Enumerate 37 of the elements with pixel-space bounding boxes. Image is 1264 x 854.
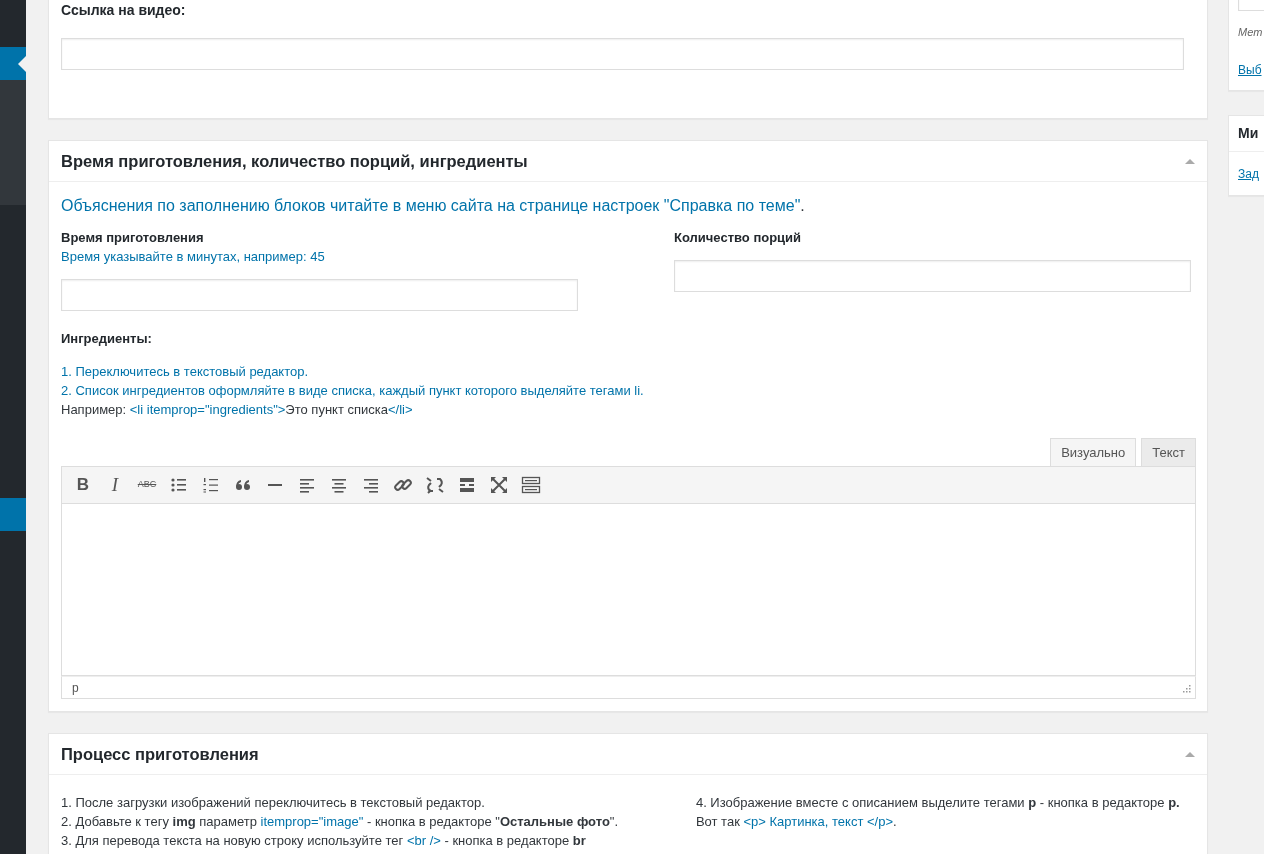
horizontal-line-icon [268, 484, 282, 486]
instruction-line: 1. После загрузки изображений переключитесь в текстовый редактор. [61, 794, 486, 812]
select-link[interactable]: Выб [1238, 61, 1262, 79]
sidebar-menu-item[interactable] [0, 47, 26, 80]
instruction-line: Вот так <p> Картинка, текст </p>. [695, 813, 898, 831]
read-more-icon [457, 475, 477, 495]
help-note: Объяснения по заполнению блоков читайте в меню сайта на странице настроек "Справка по теме". [61, 196, 806, 215]
strikethrough-button[interactable]: ABC [132, 470, 162, 500]
instruction-line: 3. Для перевода текста на новую строку используйте тег <br /> - кнопка в редакторе br [61, 832, 587, 850]
bold-button[interactable]: B [68, 470, 98, 500]
field-label: Ингредиенты: [61, 331, 153, 347]
instruction-line: Например: <li itemprop="ingredients">Это пункт списка</li> [61, 401, 414, 419]
box-title: Ми [1238, 124, 1259, 143]
field-hint: Время указывайте в минутах, например: 45 [61, 249, 326, 265]
unlink-icon [425, 475, 445, 495]
italic-button[interactable]: I [100, 470, 130, 500]
box-title: Время приготовления, количество порций, ингредиенты [61, 150, 528, 172]
fullscreen-icon [489, 475, 509, 495]
keyboard-icon [521, 475, 541, 495]
instruction-line: 2. Список ингредиентов оформляйте в виде списка, каждый пункт которого выделяйте тегами li. [61, 382, 645, 400]
element-path: p [72, 679, 79, 697]
set-link[interactable]: Зад [1238, 165, 1259, 183]
field-label: Количество порций [674, 230, 803, 246]
numbered-list-icon [201, 475, 221, 495]
field-label: Время приготовления [61, 230, 205, 246]
box-title: Процесс приготовления [61, 743, 259, 765]
instruction-line: 4. Изображение вместе с описанием выделите тегами p - кнопка в редакторе p. [695, 794, 1181, 812]
editor-tab[interactable]: Текст [1141, 438, 1196, 466]
servings-field[interactable] [674, 260, 1191, 292]
instruction-line: 1. Переключитесь в текстовый редактор. [61, 363, 310, 381]
resize-handle-icon[interactable] [1182, 683, 1191, 693]
field-label: Ссылка на видео: [61, 1, 187, 20]
instruction-line: 2. Добавьте к тегу img параметр itemprop="image" - кнопка в редакторе "Остальные фото". [61, 813, 620, 831]
cooking-time-field[interactable] [61, 279, 578, 311]
video-url-field[interactable] [61, 38, 1184, 70]
editor-tab[interactable]: Визуально [1050, 438, 1137, 466]
field-caption: Мет [1238, 25, 1264, 40]
